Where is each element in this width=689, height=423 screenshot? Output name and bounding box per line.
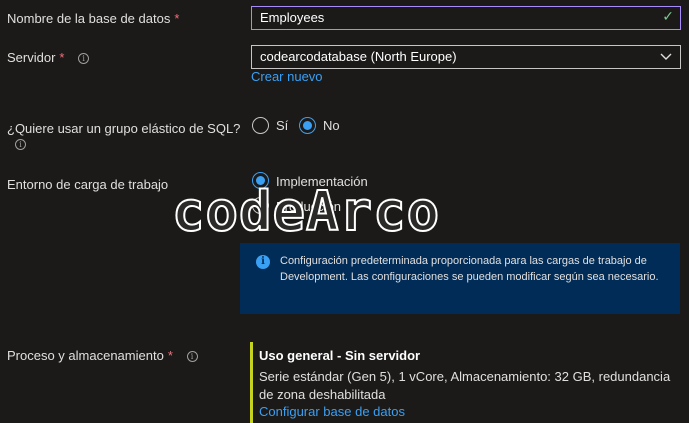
compute-label-text: Proceso y almacenamiento xyxy=(7,348,164,363)
tier-accent-bar xyxy=(250,342,253,423)
db-name-label-text: Nombre de la base de datos xyxy=(7,11,171,26)
info-icon[interactable]: i xyxy=(186,351,198,363)
server-select[interactable]: codearcodatabase (North Europe) xyxy=(251,45,681,69)
info-icon: i xyxy=(256,255,270,269)
info-icon[interactable]: i xyxy=(78,53,90,65)
db-name-value[interactable]: Employees xyxy=(260,10,324,25)
required-marker: * xyxy=(167,348,173,363)
workload-label: Entorno de carga de trabajo xyxy=(7,177,169,192)
server-label: Servidor * i xyxy=(7,50,90,65)
workload-info-box: i Configuración predeterminada proporcio… xyxy=(240,243,680,314)
radio-elastic-yes-label: Sí xyxy=(276,118,289,133)
radio-elastic-no-label: No xyxy=(323,118,340,133)
watermark-logo: codeArco xyxy=(171,179,441,244)
db-name-label: Nombre de la base de datos * xyxy=(7,11,179,26)
radio-elastic-yes[interactable] xyxy=(252,117,269,134)
radio-elastic-no[interactable] xyxy=(299,117,316,134)
create-new-link[interactable]: Crear nuevo xyxy=(251,69,323,84)
compute-label: Proceso y almacenamiento * i xyxy=(7,348,198,363)
configure-database-link[interactable]: Configurar base de datos xyxy=(259,404,405,419)
tier-description: Serie estándar (Gen 5), 1 vCore, Almacen… xyxy=(259,369,671,402)
required-marker: * xyxy=(59,50,65,65)
chevron-down-icon[interactable] xyxy=(660,50,672,62)
info-icon[interactable]: i xyxy=(15,139,26,150)
workload-info-text: Configuración predeterminada proporciona… xyxy=(280,255,659,283)
server-value[interactable]: codearcodatabase (North Europe) xyxy=(260,49,457,64)
tier-title: Uso general - Sin servidor xyxy=(259,348,421,363)
db-name-input[interactable]: Employees ✓ xyxy=(251,6,681,30)
required-marker: * xyxy=(174,11,180,26)
check-icon: ✓ xyxy=(662,8,674,24)
server-label-text: Servidor xyxy=(7,50,56,65)
elastic-pool-label: ¿Quiere usar un grupo elástico de SQL? xyxy=(7,121,241,136)
